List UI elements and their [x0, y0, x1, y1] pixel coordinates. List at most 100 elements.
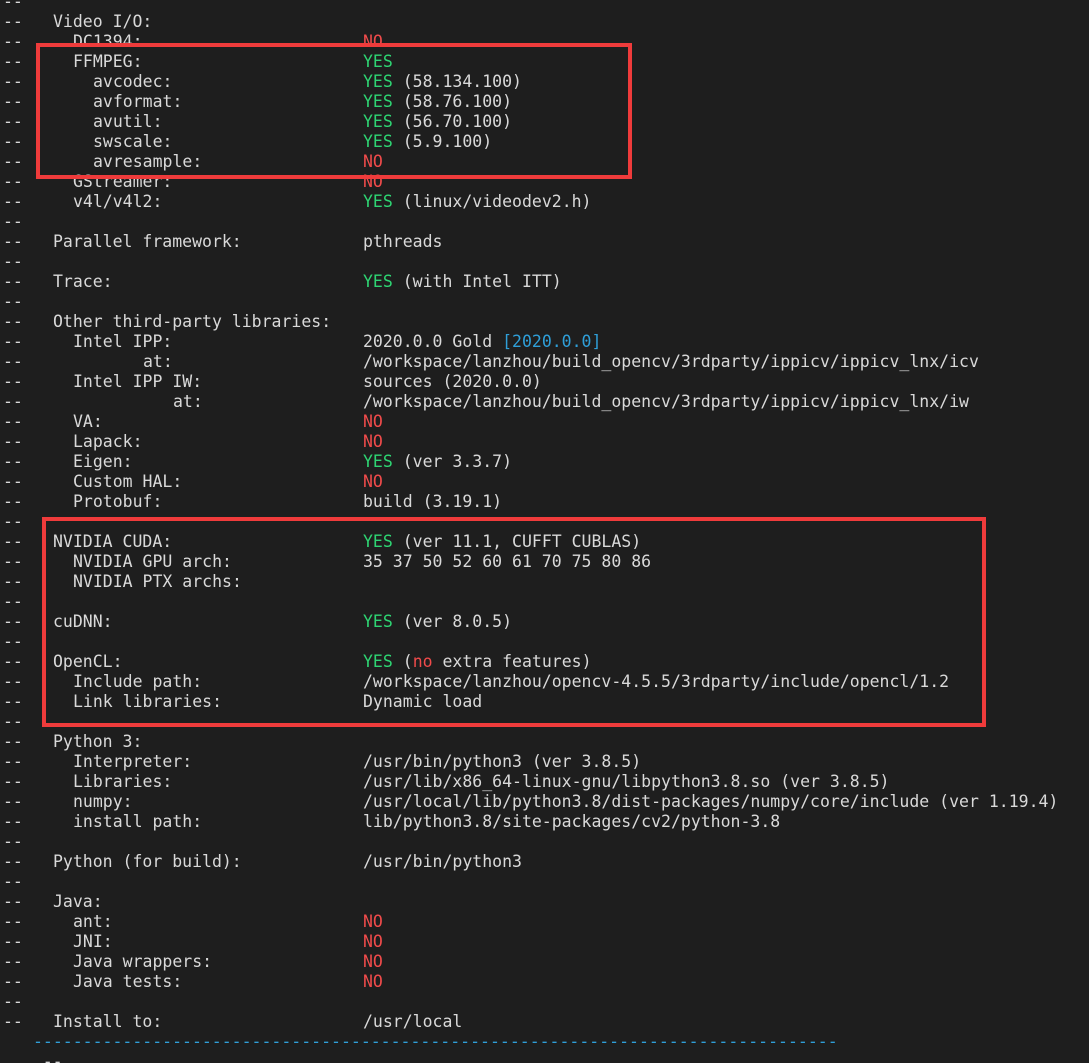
- config-value: NO: [363, 952, 383, 972]
- config-label: Eigen:: [73, 452, 133, 471]
- status-no: NO: [363, 912, 383, 931]
- config-label: Python (for build):: [53, 852, 242, 871]
- config-value: /workspace/lanzhou/build_opencv/3rdparty…: [363, 392, 969, 412]
- config-label: Install to:: [53, 1012, 163, 1031]
- status-yes: YES: [363, 452, 393, 471]
- value-text: (with Intel ITT): [392, 272, 562, 291]
- cuda-highlight-box: [42, 517, 986, 727]
- value-text: /usr/bin/python3: [363, 852, 522, 871]
- config-value: /usr/lib/x86_64-linux-gnu/libpython3.8.s…: [363, 772, 890, 792]
- config-value: /usr/local/lib/python3.8/dist-packages/n…: [363, 792, 1058, 812]
- value-text: /workspace/lanzhou/build_opencv/3rdparty…: [363, 392, 969, 411]
- ffmpeg-highlight-box: [36, 43, 632, 179]
- line-prefix: --: [3, 592, 23, 611]
- line-prefix: --: [3, 72, 23, 91]
- config-value: NO: [363, 432, 383, 452]
- line-prefix: --: [3, 192, 23, 211]
- line-prefix: --: [3, 512, 23, 531]
- line-prefix: --: [3, 732, 23, 751]
- line-prefix: --: [3, 12, 23, 31]
- line-prefix: --: [3, 652, 23, 671]
- config-label: Java tests:: [73, 972, 183, 991]
- config-label: Custom HAL:: [73, 472, 183, 491]
- line-prefix: --: [3, 612, 23, 631]
- config-value: NO: [363, 912, 383, 932]
- line-prefix: --: [3, 372, 23, 391]
- config-value: 2020.0.0 Gold [2020.0.0]: [363, 332, 601, 352]
- line-prefix: --: [3, 492, 23, 511]
- status-yes: YES: [363, 192, 393, 211]
- line-prefix: --: [3, 992, 23, 1011]
- config-label: numpy:: [73, 792, 133, 811]
- status-no: NO: [363, 412, 383, 431]
- line-prefix: --: [3, 352, 23, 371]
- line-prefix: --: [3, 632, 23, 651]
- value-text: build (3.19.1): [363, 492, 503, 511]
- line-prefix: --: [3, 32, 23, 51]
- line-prefix: --: [3, 812, 23, 831]
- line-prefix: --: [3, 92, 23, 111]
- line-prefix: --: [3, 552, 23, 571]
- line-prefix: --: [3, 772, 23, 791]
- config-label: Parallel framework:: [53, 232, 242, 251]
- separator-dashes: ----------------------------------------…: [33, 1032, 838, 1051]
- config-label: v4l/v4l2:: [73, 192, 163, 211]
- config-value: /usr/bin/python3 (ver 3.8.5): [363, 752, 641, 772]
- config-value: NO: [363, 972, 383, 992]
- line-prefix: --: [3, 912, 23, 931]
- config-label: install path:: [73, 812, 203, 831]
- line-prefix: --: [3, 572, 23, 591]
- value-text: 2020.0.0 Gold: [363, 332, 503, 351]
- config-label: Intel IPP:: [73, 332, 173, 351]
- line-prefix: --: [3, 292, 23, 311]
- value-text: sources (2020.0.0): [363, 372, 542, 391]
- config-value: YES (linux/videodev2.h): [363, 192, 592, 212]
- config-value: /usr/local: [363, 1012, 462, 1032]
- config-label: JNI:: [73, 932, 113, 951]
- value-text: (ver 3.3.7): [392, 452, 513, 471]
- config-value: /usr/bin/python3: [363, 852, 522, 872]
- value-text: /usr/local/lib/python3.8/dist-packages/n…: [363, 792, 1059, 811]
- status-no: NO: [363, 932, 383, 951]
- config-label: Intel IPP IW:: [73, 372, 203, 391]
- line-prefix: --: [3, 752, 23, 771]
- config-label: at:: [173, 392, 203, 411]
- line-prefix: --: [3, 712, 23, 731]
- config-label: Java:: [53, 892, 103, 911]
- line-prefix: --: [3, 952, 23, 971]
- config-value: YES (with Intel ITT): [363, 272, 562, 292]
- config-label: Trace:: [53, 272, 113, 291]
- line-prefix: --: [3, 1012, 23, 1031]
- value-text: (linux/videodev2.h): [392, 192, 592, 211]
- line-prefix: --: [3, 792, 23, 811]
- line-prefix: --: [3, 672, 23, 691]
- version-link: [2020.0.0]: [502, 332, 602, 351]
- line-prefix: --: [3, 272, 23, 291]
- config-label: Protobuf:: [73, 492, 163, 511]
- config-value: lib/python3.8/site-packages/cv2/python-3…: [363, 812, 780, 832]
- config-label: Video I/O:: [53, 12, 153, 31]
- config-value: NO: [363, 932, 383, 952]
- config-value: NO: [363, 472, 383, 492]
- line-prefix: --: [3, 0, 23, 11]
- config-label: Lapack:: [73, 432, 143, 451]
- config-label: VA:: [73, 412, 103, 431]
- config-label: Interpreter:: [73, 752, 193, 771]
- line-prefix: --: [3, 412, 23, 431]
- value-text: /usr/local: [363, 1012, 463, 1031]
- line-prefix: --: [3, 972, 23, 991]
- line-prefix: --: [3, 332, 23, 351]
- line-prefix: --: [3, 392, 23, 411]
- line-prefix: --: [3, 472, 23, 491]
- config-label: Java wrappers:: [73, 952, 213, 971]
- line-prefix: --: [3, 52, 23, 71]
- value-text: /usr/bin/python3 (ver 3.8.5): [363, 752, 642, 771]
- line-prefix: --: [3, 252, 23, 271]
- line-prefix: --: [3, 112, 23, 131]
- terminal-output: -- -- Video I/O: -- DC1394: NO -- FFMPEG: YES -- a…: [0, 0, 1089, 1063]
- line-prefix: --: [3, 852, 23, 871]
- status-no: NO: [363, 972, 383, 991]
- line-prefix: --: [3, 832, 23, 851]
- config-value: NO: [363, 412, 383, 432]
- config-label: at:: [143, 352, 173, 371]
